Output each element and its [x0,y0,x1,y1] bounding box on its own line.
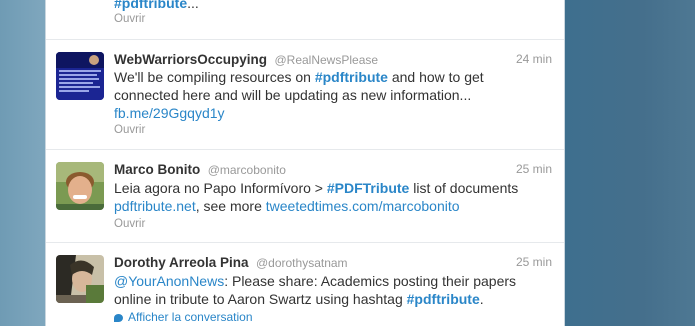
open-tweet-link[interactable]: Ouvrir [114,13,145,25]
tweet-text-line-2: pdftribute.net, see more tweetedtimes.co… [114,197,460,215]
external-link[interactable]: pdftribute.net [114,198,196,214]
tweet-item[interactable]: Marco Bonito @marcobonito 25 min Leia ag… [46,150,564,243]
tweet-text-segment: list of documents [409,180,519,196]
tweet-text-line-3: fb.me/29Ggqyd1y [114,104,225,122]
avatar-image [56,255,104,303]
avatar-image [56,162,104,210]
tweet-text-segment: , see more [195,198,266,214]
tweet-text: #pdftribute... [114,0,199,12]
tweet-item[interactable]: WebWarriorsOccupying @RealNewsPlease 24 … [46,40,564,150]
hashtag-link[interactable]: #PDFTribute [327,180,409,196]
tweet-text-segment: online in tribute to Aaron Swartz using … [114,291,407,307]
tweet-text-line-1: Leia agora no Papo Informívoro > #PDFTri… [114,179,518,197]
avatar[interactable] [56,255,104,303]
tweet-timeline[interactable]: #pdftribute... Ouvrir WebWarriorsOccupyi… [45,0,565,326]
author-handle[interactable]: @RealNewsPlease [274,53,378,67]
tweet-timestamp[interactable]: 25 min [516,255,552,269]
tweet-text-segment: and how to get [387,69,484,85]
tweet-timestamp[interactable]: 25 min [516,162,552,176]
view-conversation-link[interactable]: Afficher la conversation [114,310,253,324]
tweet-text-line-1: We'll be compiling resources on #pdftrib… [114,68,484,86]
author-name[interactable]: Marco Bonito [114,162,200,177]
tweet-text-segment: Leia agora no Papo Informívoro > [114,180,327,196]
author-name[interactable]: WebWarriorsOccupying [114,52,267,67]
mention-link[interactable]: @YourAnonNews [114,273,224,289]
tweet-text-line-2: online in tribute to Aaron Swartz using … [114,290,484,308]
speech-bubble-icon [114,314,123,322]
avatar[interactable] [56,162,104,210]
hashtag-link[interactable]: #pdftribute [114,0,187,11]
author-handle[interactable]: @dorothysatnam [256,256,348,270]
tweet-item-previous[interactable]: #pdftribute... Ouvrir [46,0,564,40]
tweet-text-segment: . [479,291,484,307]
external-link[interactable]: tweetedtimes.com/marcobonito [266,198,460,214]
tweet-text-tail: ... [187,0,199,11]
tweet-item[interactable]: Dorothy Arreola Pina @dorothysatnam 25 m… [46,243,564,326]
page-background-right [565,0,695,326]
avatar[interactable] [56,52,104,100]
tweet-text-line-2: connected here and will be updating as n… [114,87,472,103]
tweet-text-segment: : Please share: Academics posting their … [224,273,517,289]
open-tweet-link[interactable]: Ouvrir [114,218,145,230]
author-name[interactable]: Dorothy Arreola Pina [114,255,249,270]
avatar-image [56,52,104,100]
view-conversation-label: Afficher la conversation [128,310,253,324]
hashtag-link[interactable]: #pdftribute [315,69,388,85]
hashtag-link[interactable]: #pdftribute [407,291,480,307]
external-link[interactable]: fb.me/29Ggqyd1y [114,105,225,121]
author-handle[interactable]: @marcobonito [208,163,286,177]
open-tweet-link[interactable]: Ouvrir [114,124,145,136]
tweet-text-segment: We'll be compiling resources on [114,69,315,85]
tweet-timestamp[interactable]: 24 min [516,52,552,66]
tweet-text-line-1: @YourAnonNews: Please share: Academics p… [114,272,516,290]
